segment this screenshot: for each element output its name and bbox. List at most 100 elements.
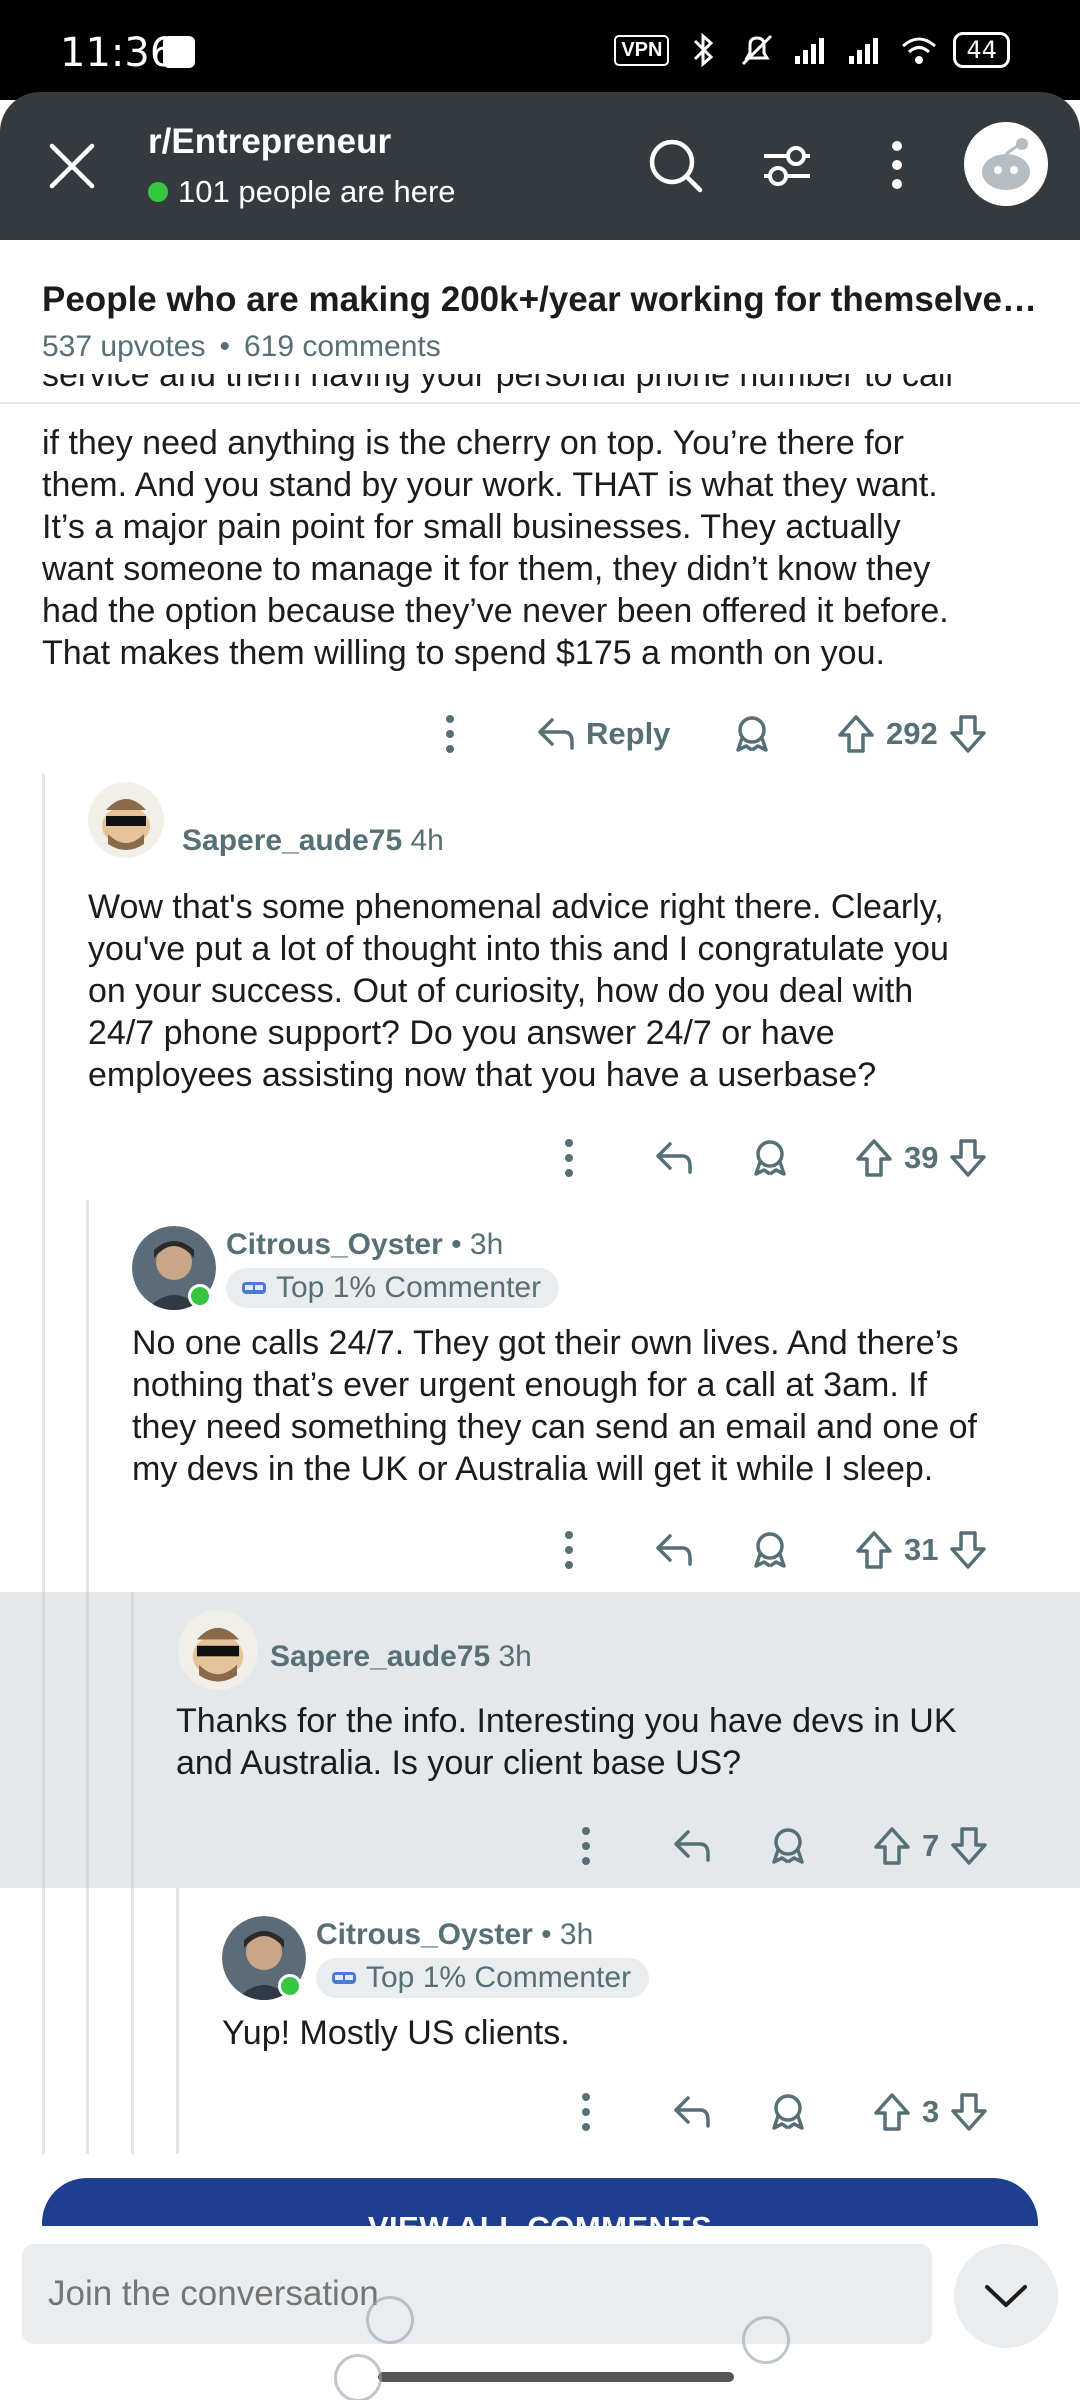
vote-count: 3 [922, 2094, 940, 2129]
wifi-icon [902, 37, 937, 64]
award-icon[interactable] [748, 1528, 792, 1572]
comment-text-cut-line: service and them having your personal ph… [42, 374, 953, 394]
composer-bar [0, 2226, 1080, 2400]
reply-icon [674, 2096, 710, 2128]
online-count: 101 people are here [148, 174, 456, 210]
post-meta: 537 upvotes • 619 comments [42, 330, 441, 364]
comment-author[interactable]: Sapere_aude75 4h [182, 824, 444, 858]
online-status-icon [188, 1284, 212, 1308]
award-icon[interactable] [748, 1136, 792, 1180]
author-name[interactable]: Citrous_Oyster [226, 1228, 443, 1261]
upvote-icon[interactable] [834, 712, 878, 756]
commenter-badge-icon [242, 1282, 266, 1294]
user-flair: Top 1% Commenter [316, 1958, 650, 1998]
vote-count: 31 [904, 1532, 939, 1567]
comment-author[interactable]: Citrous_Oyster • 3h [316, 1918, 593, 1952]
reply-icon [674, 1830, 710, 1862]
sapere-avatar[interactable] [178, 1610, 258, 1690]
comment-text: if they need anything is the cherry on t… [42, 424, 949, 672]
reply-button[interactable]: Reply [534, 714, 670, 754]
user-avatar[interactable] [964, 122, 1048, 206]
upvote-icon[interactable] [852, 1136, 896, 1180]
more-options-icon[interactable] [549, 1133, 589, 1183]
snoo-sunglasses-avatar-icon [88, 782, 164, 858]
post-comments-count: 619 comments [243, 330, 441, 363]
comment-text: Yup! Mostly US clients. [222, 2014, 570, 2052]
more-options-icon[interactable] [549, 1525, 589, 1575]
user-flair: Top 1% Commenter [226, 1268, 560, 1308]
upvote-icon[interactable] [870, 1824, 914, 1868]
downvote-icon[interactable] [947, 2090, 991, 2134]
subreddit-name[interactable]: r/Entrepreneur [148, 122, 391, 162]
post-title[interactable]: People who are making 200k+/year working… [42, 280, 1052, 320]
vote-group: 39 [852, 1136, 990, 1180]
online-status-icon [278, 1974, 302, 1998]
close-icon[interactable] [44, 138, 100, 194]
comment-actions: 3 [0, 2082, 1080, 2142]
battery-icon: 44 [953, 32, 1010, 68]
comment-author[interactable]: Sapere_aude75 3h [270, 1640, 532, 1674]
signal-icon-2 [849, 38, 879, 64]
status-bar: 11:36 VPN 44 [0, 0, 1080, 100]
reply-button[interactable] [652, 1530, 696, 1570]
more-options-icon[interactable] [430, 709, 470, 759]
comment-actions: Reply 292 [0, 704, 1080, 764]
author-name[interactable]: Sapere_aude75 [182, 824, 402, 857]
more-options-icon[interactable] [862, 130, 932, 200]
vote-count: 39 [904, 1140, 939, 1175]
meta-separator: • [219, 330, 230, 363]
more-options-icon[interactable] [566, 1821, 606, 1871]
flair-text: Top 1% Commenter [366, 1961, 632, 1994]
comment-text: No one calls 24/7. They got their own li… [132, 1324, 977, 1488]
online-count-text: 101 people are here [178, 174, 456, 209]
comment-text-cut: service and them having your personal ph… [42, 374, 1002, 404]
author-name[interactable]: Sapere_aude75 [270, 1640, 490, 1673]
collapse-button[interactable] [954, 2244, 1058, 2348]
sapere-avatar[interactable] [88, 782, 164, 858]
vote-group: 7 [870, 1824, 991, 1868]
award-icon[interactable] [766, 1824, 810, 1868]
post-upvotes: 537 upvotes [42, 330, 206, 363]
comment-author[interactable]: Citrous_Oyster • 3h [226, 1228, 503, 1262]
vote-group: 31 [852, 1528, 990, 1572]
reply-label: Reply [586, 716, 671, 751]
mute-bell-icon [742, 34, 773, 66]
app-notification-icon [163, 36, 195, 68]
upvote-icon[interactable] [852, 1528, 896, 1572]
award-icon[interactable] [730, 712, 774, 756]
reply-button[interactable] [670, 2092, 714, 2132]
vpn-icon: VPN [614, 34, 670, 66]
join-conversation-input[interactable] [22, 2244, 932, 2344]
bluetooth-icon [694, 32, 714, 68]
reply-button[interactable] [670, 1826, 714, 1866]
downvote-icon[interactable] [946, 1528, 990, 1572]
commenter-badge-icon [332, 1972, 356, 1984]
vote-count: 292 [886, 716, 938, 751]
reply-icon [656, 1534, 692, 1566]
reply-icon [538, 718, 574, 750]
downvote-icon[interactable] [947, 1824, 991, 1868]
downvote-icon[interactable] [946, 712, 990, 756]
touch-indicator [742, 2316, 790, 2364]
touch-indicator [334, 2354, 382, 2400]
downvote-icon[interactable] [946, 1136, 990, 1180]
upvote-icon[interactable] [870, 2090, 914, 2134]
more-options-icon[interactable] [566, 2087, 606, 2137]
search-icon[interactable] [640, 130, 710, 200]
comment-age: 3h [498, 1640, 532, 1673]
thread-line[interactable] [42, 774, 45, 2154]
vote-group: 3 [870, 2090, 991, 2134]
vote-count: 7 [922, 1828, 940, 1863]
author-name[interactable]: Citrous_Oyster [316, 1918, 533, 1951]
status-time: 11:36 [60, 30, 176, 76]
snoo-avatar-icon [982, 138, 1030, 190]
reply-button[interactable] [652, 1138, 696, 1178]
vote-group: 292 [834, 712, 990, 756]
award-icon[interactable] [766, 2090, 810, 2134]
filter-icon[interactable] [752, 130, 822, 200]
snoo-sunglasses-avatar-icon [178, 1610, 258, 1690]
comment-text: Thanks for the info. Interesting you hav… [176, 1702, 957, 1782]
touch-indicator [366, 2296, 414, 2344]
home-indicator[interactable] [378, 2372, 734, 2382]
chevron-down-icon [985, 2285, 1027, 2307]
